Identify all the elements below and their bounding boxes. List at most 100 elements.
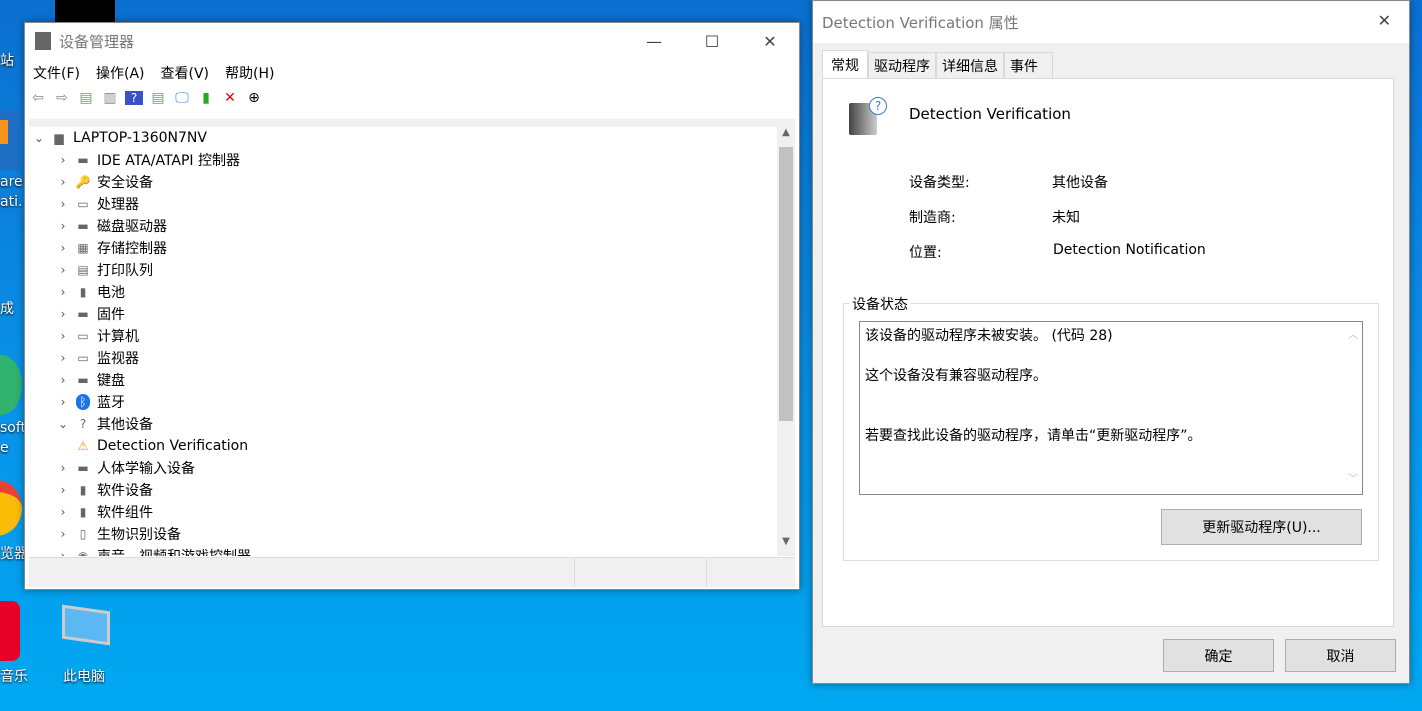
show-hide-tree-icon[interactable]: ▤	[77, 90, 95, 106]
tree-item[interactable]: › ▭ 计算机	[29, 325, 795, 347]
menu-help[interactable]: 帮助(H)	[225, 63, 274, 83]
scroll-up-icon[interactable]: ▲	[777, 127, 795, 147]
tree-item[interactable]: › ▤ 打印队列	[29, 259, 795, 281]
tab-general[interactable]: 常规	[822, 50, 868, 78]
software-device-icon: ▮	[79, 483, 87, 497]
scan-hardware-icon[interactable]: 🖵	[173, 90, 191, 106]
back-icon[interactable]: ⇦	[29, 90, 47, 106]
desktop-icon-label[interactable]: soft	[0, 420, 26, 436]
minimize-button[interactable]: —	[625, 23, 683, 59]
scroll-down-icon[interactable]: ﹀	[1348, 470, 1358, 490]
tree-item[interactable]: › ▮ 电池	[29, 281, 795, 303]
desktop-icon-label[interactable]: 此电脑	[63, 666, 105, 686]
chevron-right-icon[interactable]: ›	[53, 549, 73, 556]
menu-action[interactable]: 操作(A)	[96, 63, 145, 83]
chevron-right-icon[interactable]: ›	[53, 527, 73, 541]
chevron-right-icon[interactable]: ›	[53, 329, 73, 343]
desktop-icon-label[interactable]: ati.	[0, 194, 22, 210]
scroll-thumb[interactable]	[779, 147, 793, 421]
edge-icon[interactable]	[0, 355, 22, 415]
chevron-right-icon[interactable]: ›	[53, 175, 73, 189]
action-pane-icon[interactable]: ▤	[149, 90, 167, 106]
chevron-right-icon[interactable]: ›	[53, 373, 73, 387]
chevron-right-icon[interactable]: ›	[53, 505, 73, 519]
cancel-button[interactable]: 取消	[1285, 639, 1396, 672]
chevron-right-icon[interactable]: ›	[53, 219, 73, 233]
tree-root[interactable]: ⌄ ▆ LAPTOP-1360N7NV	[29, 127, 795, 149]
menu-file[interactable]: 文件(F)	[33, 63, 80, 83]
forward-icon[interactable]: ⇨	[53, 90, 71, 106]
tree-item[interactable]: › 🔑 安全设备	[29, 171, 795, 193]
browser-icon[interactable]	[0, 480, 22, 536]
tree-item-label: IDE ATA/ATAPI 控制器	[97, 153, 241, 169]
chevron-right-icon[interactable]: ›	[53, 483, 73, 497]
chevron-right-icon[interactable]: ›	[53, 307, 73, 321]
computer-icon: ▆	[54, 131, 64, 145]
menu-view[interactable]: 查看(V)	[161, 63, 210, 83]
chevron-down-icon[interactable]: ⌄	[29, 131, 49, 145]
tree-item[interactable]: › ▬ 磁盘驱动器	[29, 215, 795, 237]
desktop-icon-label[interactable]: 站	[0, 50, 14, 70]
tree-item[interactable]: › ▮ 软件组件	[29, 501, 795, 523]
properties-icon[interactable]: ▥	[101, 90, 119, 106]
chevron-right-icon[interactable]: ›	[53, 197, 73, 211]
tree-item[interactable]: › ᛒ 蓝牙	[29, 391, 795, 413]
tree-item[interactable]: › ▬ IDE ATA/ATAPI 控制器	[29, 149, 795, 171]
device-status-text[interactable]: 该设备的驱动程序未被安装。 (代码 28) 这个设备没有兼容驱动程序。 若要查找…	[859, 321, 1363, 495]
tree-item[interactable]: ⚠ Detection Verification	[29, 435, 795, 457]
tree-item-label: 电池	[97, 285, 125, 301]
cpu-icon: ▭	[77, 197, 89, 211]
tree-item[interactable]: › ▮ 软件设备	[29, 479, 795, 501]
vertical-scrollbar[interactable]: ▲ ▼	[777, 127, 795, 556]
disable-icon[interactable]: ⊕	[245, 90, 263, 106]
chevron-right-icon[interactable]: ›	[53, 153, 73, 167]
tree-item[interactable]: › ▭ 处理器	[29, 193, 795, 215]
tab-bar: 常规 驱动程序 详细信息 事件	[822, 50, 1053, 78]
fingerprint-icon: ▯	[79, 527, 87, 541]
help-icon[interactable]: ?	[125, 91, 143, 105]
tree-item[interactable]: › ▯ 生物识别设备	[29, 523, 795, 545]
tree-item-label: 软件设备	[97, 483, 153, 499]
tree-item-label: 打印队列	[97, 263, 153, 279]
security-icon: 🔑	[75, 175, 91, 189]
update-driver-button[interactable]: 更新驱动程序(U)...	[1161, 509, 1362, 545]
chevron-down-icon[interactable]: ⌄	[53, 417, 73, 431]
ok-button[interactable]: 确定	[1163, 639, 1274, 672]
tab-events[interactable]: 事件	[1004, 52, 1053, 78]
chevron-right-icon[interactable]: ›	[53, 285, 73, 299]
scroll-down-icon[interactable]: ▼	[777, 536, 795, 556]
chevron-right-icon[interactable]: ›	[53, 351, 73, 365]
desktop-icon-label[interactable]: are	[0, 174, 23, 190]
tab-details[interactable]: 详细信息	[936, 52, 1004, 78]
desktop-icon-label[interactable]: 成	[0, 298, 14, 318]
tree-item-label: 监视器	[97, 351, 139, 367]
chevron-right-icon[interactable]: ›	[53, 241, 73, 255]
uninstall-icon[interactable]: ✕	[221, 90, 239, 106]
update-driver-icon[interactable]: ▮	[197, 90, 215, 106]
close-button[interactable]: ✕	[741, 23, 799, 59]
tree-item[interactable]: › ▭ 监视器	[29, 347, 795, 369]
chevron-right-icon[interactable]: ›	[53, 461, 73, 475]
tree-item[interactable]: › ◉ 声音、视频和游戏控制器	[29, 545, 795, 556]
computer-name: LAPTOP-1360N7NV	[73, 130, 207, 146]
desktop-icon-label[interactable]: e	[0, 440, 9, 456]
tree-item[interactable]: › ▬ 键盘	[29, 369, 795, 391]
desktop-icon-label[interactable]: 音乐	[0, 666, 28, 686]
tree-item[interactable]: › ▦ 存储控制器	[29, 237, 795, 259]
tab-driver[interactable]: 驱动程序	[868, 52, 936, 78]
close-button[interactable]: ✕	[1378, 11, 1391, 30]
group-title: 设备状态	[850, 294, 910, 314]
tree-item[interactable]: › ▬ 固件	[29, 303, 795, 325]
tree-item[interactable]: › ▬ 人体学输入设备	[29, 457, 795, 479]
tree-item-label: 软件组件	[97, 505, 153, 521]
desktop-app-icon[interactable]	[55, 0, 115, 22]
this-pc-icon[interactable]	[62, 604, 110, 646]
music-app-icon[interactable]	[0, 601, 20, 661]
maximize-button[interactable]: ☐	[683, 23, 741, 59]
chevron-right-icon[interactable]: ›	[53, 263, 73, 277]
tree-item[interactable]: ⌄? 其他设备	[29, 413, 795, 435]
scroll-up-icon[interactable]: ︿	[1348, 326, 1358, 346]
desktop-app-icon[interactable]	[0, 110, 20, 170]
chevron-right-icon[interactable]: ›	[53, 395, 73, 409]
tree-item-label: 生物识别设备	[97, 527, 181, 543]
